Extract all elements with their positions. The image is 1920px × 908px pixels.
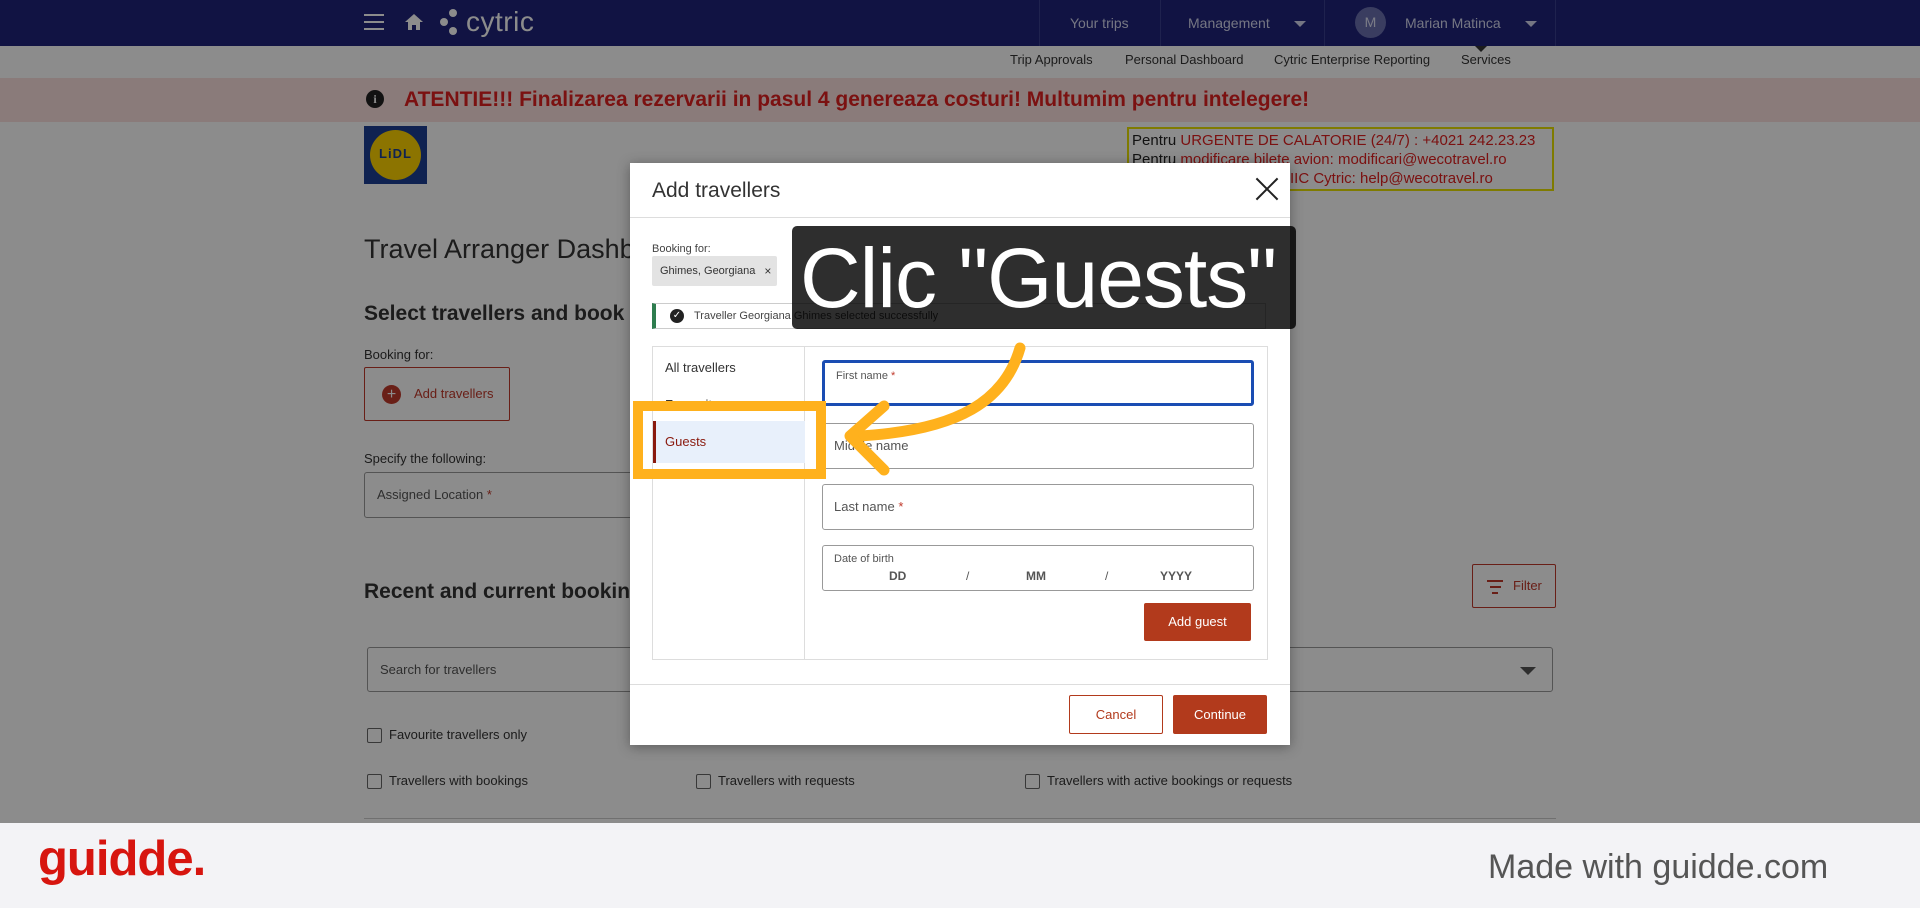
tab-all-travellers[interactable]: All travellers xyxy=(653,347,805,389)
middle-name-field[interactable]: Middle name xyxy=(822,423,1254,469)
modal-booking-for-label: Booking for: xyxy=(652,243,711,255)
made-with-text: Made with guidde.com xyxy=(1488,848,1829,886)
last-name-label: Last name * xyxy=(834,499,904,514)
dob-day[interactable]: DD xyxy=(889,569,906,583)
modal-header: Add travellers xyxy=(630,163,1290,218)
add-guest-button[interactable]: Add guest xyxy=(1144,603,1251,641)
guidde-logo: guidde. xyxy=(38,832,206,886)
chip-remove-icon[interactable]: × xyxy=(764,256,771,286)
cancel-button[interactable]: Cancel xyxy=(1069,695,1163,734)
callout-text: Clic "Guests" xyxy=(800,231,1277,325)
dob-separator: / xyxy=(1105,569,1109,583)
check-circle-icon: ✓ xyxy=(670,309,684,323)
modal-footer-divider xyxy=(630,684,1290,685)
middle-name-label: Middle name xyxy=(834,438,909,453)
dob-separator: / xyxy=(966,569,970,583)
last-name-field[interactable]: Last name * xyxy=(822,484,1254,530)
instruction-callout: Clic "Guests" xyxy=(792,226,1296,329)
date-of-birth-label: Date of birth xyxy=(834,553,894,565)
close-icon[interactable] xyxy=(1254,176,1280,202)
first-name-label: First name * xyxy=(836,370,896,382)
date-of-birth-field[interactable]: Date of birth DD / MM / YYYY xyxy=(822,545,1254,591)
traveller-panel: All travellers Favourites Guests First n… xyxy=(652,346,1268,660)
continue-button[interactable]: Continue xyxy=(1173,695,1267,734)
traveller-chip: Ghimes, Georgiana × xyxy=(652,256,778,286)
dob-year[interactable]: YYYY xyxy=(1160,569,1192,583)
first-name-field[interactable]: First name * xyxy=(822,360,1254,406)
traveller-tabs: All travellers Favourites Guests xyxy=(653,347,805,659)
guidde-footer: guidde. Made with guidde.com xyxy=(0,823,1920,908)
modal-title: Add travellers xyxy=(652,179,781,202)
traveller-chip-label: Ghimes, Georgiana xyxy=(660,265,756,277)
dob-month[interactable]: MM xyxy=(1026,569,1046,583)
guests-highlight-box xyxy=(633,401,826,479)
